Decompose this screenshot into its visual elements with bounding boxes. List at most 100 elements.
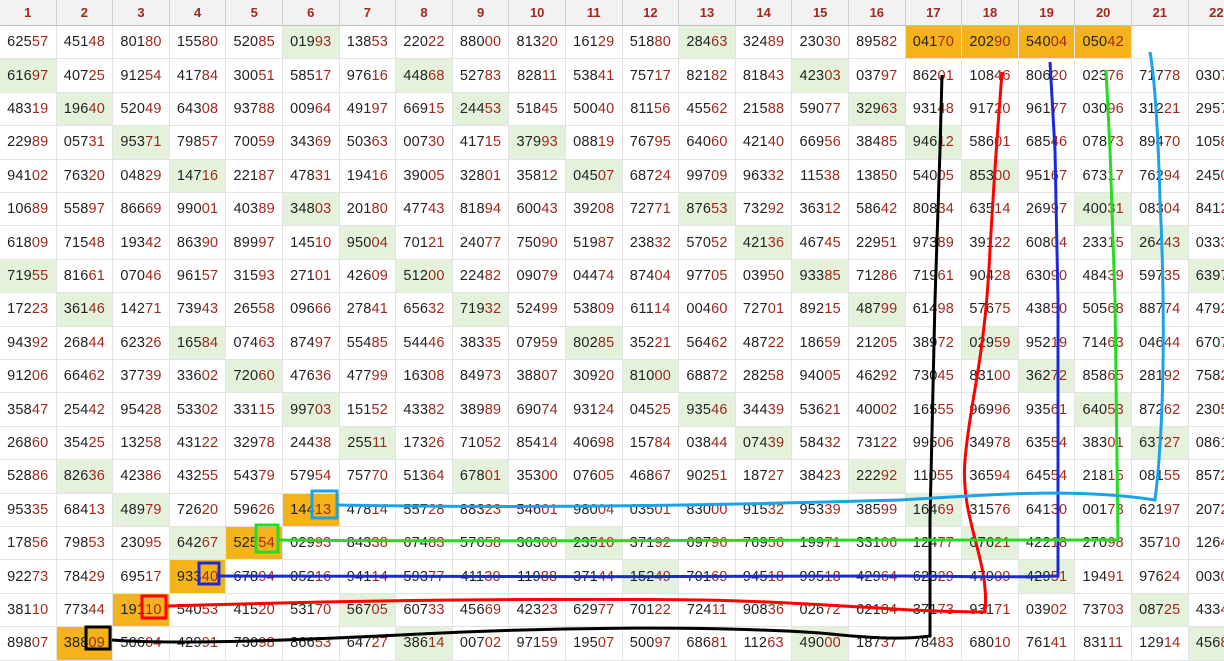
grid-cell[interactable]: 388 09 xyxy=(56,627,114,661)
grid-cell[interactable]: 278 41 xyxy=(339,293,397,327)
grid-cell[interactable]: 686 81 xyxy=(679,627,736,661)
grid-cell[interactable]: 384 85 xyxy=(849,126,906,160)
grid-cell[interactable]: 731 22 xyxy=(849,426,906,461)
grid-cell[interactable]: 030 96 xyxy=(1075,92,1132,127)
grid-cell[interactable]: 727 01 xyxy=(735,293,793,327)
grid-cell[interactable]: 518 45 xyxy=(509,92,566,127)
grid-cell[interactable]: 009 64 xyxy=(283,92,340,127)
grid-cell[interactable]: 264 43 xyxy=(1132,226,1189,260)
grid-cell[interactable]: 710 52 xyxy=(452,426,510,461)
grid-cell[interactable]: 429 64 xyxy=(849,560,906,594)
grid-cell[interactable]: 904 28 xyxy=(962,259,1019,294)
grid-cell[interactable]: 737 03 xyxy=(1075,593,1132,628)
grid-cell[interactable]: 254 42 xyxy=(56,393,114,427)
grid-cell[interactable]: 590 77 xyxy=(792,92,849,127)
grid-cell[interactable]: 357 10 xyxy=(1132,527,1189,561)
grid-cell[interactable]: 331 15 xyxy=(226,393,283,427)
grid-cell[interactable]: 157 84 xyxy=(622,426,680,461)
column-header[interactable]: 4 xyxy=(169,0,227,26)
grid-cell[interactable]: 854 14 xyxy=(509,426,566,461)
grid-cell[interactable]: 187 27 xyxy=(735,460,793,494)
grid-cell[interactable]: 726 20 xyxy=(169,493,227,527)
grid-cell[interactable]: 720 60 xyxy=(226,360,283,394)
grid-cell[interactable]: 520 49 xyxy=(113,92,170,127)
grid-cell[interactable]: 484 39 xyxy=(1075,259,1132,294)
grid-cell[interactable]: 818 43 xyxy=(735,59,793,93)
grid-cell[interactable]: 407 25 xyxy=(56,59,114,93)
grid-cell[interactable]: 336 02 xyxy=(169,360,227,394)
grid-cell[interactable]: 75824 xyxy=(1188,360,1224,394)
grid-cell[interactable]: 645 54 xyxy=(1018,460,1076,494)
grid-cell[interactable]: 635 54 xyxy=(1018,426,1076,461)
grid-cell[interactable]: 564 62 xyxy=(679,326,736,360)
grid-cell[interactable]: 784 83 xyxy=(905,627,963,661)
grid-cell[interactable] xyxy=(1132,26,1189,60)
grid-cell[interactable]: 761 41 xyxy=(1018,627,1076,661)
grid-cell[interactable]: 244 53 xyxy=(452,92,510,127)
grid-cell[interactable]: 769 56 xyxy=(735,527,793,561)
column-header[interactable]: 22 xyxy=(1188,0,1224,26)
grid-cell[interactable]: 309 20 xyxy=(566,360,623,394)
grid-cell[interactable]: 348 03 xyxy=(283,193,340,227)
grid-cell[interactable]: 586 42 xyxy=(849,193,906,227)
grid-cell[interactable]: 124 77 xyxy=(905,527,963,561)
column-header[interactable]: 19 xyxy=(1018,0,1076,26)
grid-cell[interactable]: 152 49 xyxy=(622,560,680,594)
grid-cell[interactable]: 078 73 xyxy=(1075,126,1132,160)
grid-cell[interactable]: 540 05 xyxy=(905,159,963,193)
grid-cell[interactable]: 483 19 xyxy=(0,92,57,127)
grid-cell[interactable]: 798 57 xyxy=(169,126,227,160)
grid-cell[interactable]: 894 70 xyxy=(1132,126,1189,160)
grid-cell[interactable]: 953 39 xyxy=(792,493,849,527)
grid-cell[interactable]: 194 91 xyxy=(1075,560,1132,594)
grid-cell[interactable]: 557 28 xyxy=(396,493,453,527)
grid-cell[interactable]: 389 72 xyxy=(905,326,963,360)
grid-cell[interactable]: 611 14 xyxy=(622,293,680,327)
grid-cell[interactable]: 678 94 xyxy=(226,560,283,594)
grid-cell[interactable]: 892 15 xyxy=(792,293,849,327)
grid-cell[interactable]: 423 23 xyxy=(509,593,566,628)
grid-cell[interactable]: 358 12 xyxy=(509,159,566,193)
grid-cell[interactable]: 487 99 xyxy=(849,293,906,327)
grid-cell[interactable]: 478 31 xyxy=(283,159,340,193)
grid-cell[interactable]: 057 31 xyxy=(56,126,114,160)
grid-cell[interactable]: 941 14 xyxy=(339,560,397,594)
grid-cell[interactable]: 540 04 xyxy=(1018,26,1076,60)
grid-cell[interactable]: 052 16 xyxy=(283,560,340,594)
grid-cell[interactable]: 271 01 xyxy=(283,259,340,294)
grid-cell[interactable]: 866 53 xyxy=(283,627,340,661)
column-header[interactable]: 2 xyxy=(56,0,114,26)
grid-cell[interactable]: 476 36 xyxy=(283,360,340,394)
grid-cell[interactable]: 371 92 xyxy=(622,527,680,561)
grid-cell[interactable]: 67072 xyxy=(1188,327,1224,360)
grid-cell[interactable]: 995 06 xyxy=(905,426,963,461)
grid-cell[interactable]: 315 76 xyxy=(962,493,1019,527)
grid-cell[interactable]: 902 51 xyxy=(679,460,736,494)
grid-cell[interactable]: 315 93 xyxy=(226,259,283,294)
grid-cell[interactable]: 026 72 xyxy=(792,593,849,628)
grid-cell[interactable]: 695 17 xyxy=(113,560,170,594)
grid-cell[interactable]: 801 80 xyxy=(113,26,170,60)
grid-cell[interactable]: 899 97 xyxy=(226,226,283,260)
grid-cell[interactable]: 138 50 xyxy=(849,159,906,193)
grid-cell[interactable]: 282 58 xyxy=(735,360,793,394)
grid-cell[interactable]: 29578 xyxy=(1188,93,1224,127)
grid-cell[interactable]: 669 15 xyxy=(396,92,453,127)
grid-cell[interactable]: 119 88 xyxy=(509,560,566,594)
grid-cell[interactable]: 831 11 xyxy=(1075,627,1132,661)
grid-cell[interactable]: 862 01 xyxy=(905,59,963,93)
grid-cell[interactable]: 513 64 xyxy=(396,460,453,494)
grid-cell[interactable]: 858 65 xyxy=(1075,360,1132,394)
grid-cell[interactable]: 074 39 xyxy=(735,426,793,461)
grid-cell[interactable]: 03074 xyxy=(1188,59,1224,93)
grid-cell[interactable]: 324 89 xyxy=(735,26,793,60)
column-header[interactable]: 20 xyxy=(1075,0,1132,26)
grid-cell[interactable]: 43343 xyxy=(1188,594,1224,628)
grid-cell[interactable]: 041 70 xyxy=(905,26,963,60)
grid-cell[interactable]: 750 90 xyxy=(509,226,566,260)
grid-cell[interactable]: 908 36 xyxy=(735,593,793,628)
grid-cell[interactable]: 527 83 xyxy=(452,59,510,93)
grid-cell[interactable]: 808 34 xyxy=(905,193,963,227)
grid-cell[interactable]: 221 87 xyxy=(226,159,283,193)
grid-cell[interactable]: 007 30 xyxy=(396,126,453,160)
